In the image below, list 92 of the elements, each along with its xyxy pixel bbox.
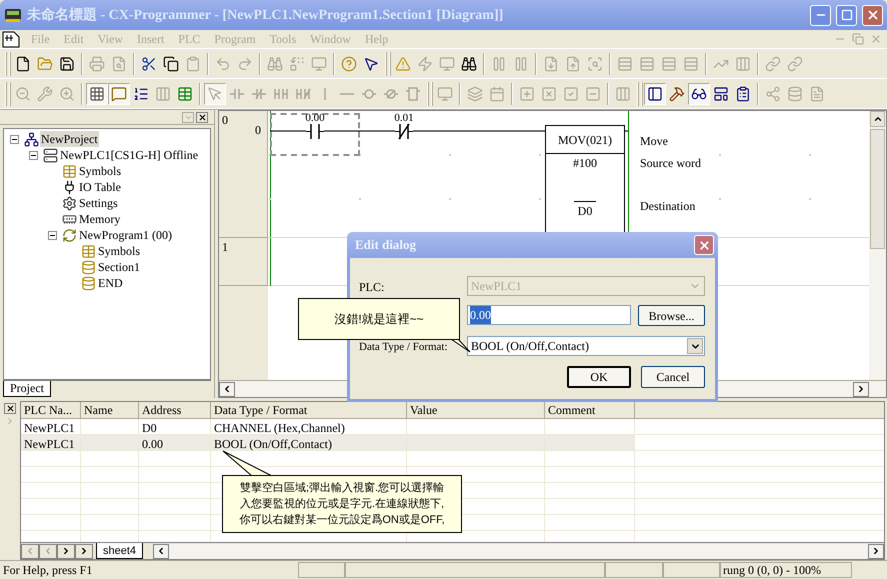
plc-icon (4, 7, 22, 23)
table-cell: D0 (142, 421, 157, 435)
help-icon[interactable] (341, 56, 357, 72)
table-cell: NewPLC1 (24, 437, 75, 451)
layout-icon[interactable] (713, 86, 729, 102)
hammer-icon[interactable] (669, 86, 685, 102)
close-button[interactable] (4, 403, 16, 414)
table-cell: NewPLC1 (24, 421, 75, 435)
field-label: Data Type / Format: (359, 340, 448, 355)
pointer-icon[interactable] (363, 56, 379, 72)
table-cell: 0.00 (142, 437, 163, 451)
tree-item[interactable]: NewPLC1[CS1G-H] Offline (59, 147, 200, 163)
table-icon[interactable] (177, 86, 193, 102)
gear-icon (62, 196, 76, 210)
binoculars-icon[interactable] (461, 56, 477, 72)
maximize-icon (840, 9, 852, 21)
contact-address: 0.00 (304, 112, 326, 124)
operand-comment: Destination (640, 198, 696, 215)
instruction-comment: Move (640, 133, 668, 150)
cylinder-icon (80, 276, 96, 290)
tree-item[interactable]: NewProgram1 (00) (78, 227, 173, 243)
scroll-right-icon[interactable] (856, 384, 866, 394)
close-icon (698, 238, 710, 252)
close-icon (198, 112, 206, 122)
cylinder-icon (80, 260, 96, 274)
data-type-dropdown[interactable]: BOOL (On/Off,Contact) (467, 336, 705, 356)
window-title: 未命名標題 - CX-Programmer - [NewPLC1.NewProgram1.Section1 [Diagram]] (27, 6, 504, 24)
rung-number: 0 (222, 112, 228, 129)
status-position: rung 0 (0, 0) - 100% (722, 562, 821, 579)
rung-number: 1 (222, 239, 228, 256)
sheet-nav-button[interactable] (75, 544, 93, 558)
column-header[interactable]: Address (139, 402, 211, 419)
operand: #100 (572, 156, 598, 172)
server-icon (42, 148, 58, 162)
table-cell: CHANNEL (Hex,Channel) (214, 421, 345, 435)
mdi-restore-icon[interactable] (852, 33, 864, 45)
tree-item[interactable]: NewProject (40, 131, 99, 147)
panel-tab[interactable]: Project (3, 381, 51, 397)
scissors-icon[interactable] (141, 56, 157, 72)
address-field[interactable]: 0.00 (467, 305, 631, 325)
scroll-up-icon[interactable] (872, 114, 882, 124)
sheet-nav-button[interactable] (57, 544, 75, 558)
close-icon (6, 404, 14, 413)
maximize-button[interactable] (836, 4, 857, 26)
table-icon (62, 164, 76, 178)
dialog-button[interactable]: Cancel (641, 366, 705, 388)
scroll-left-icon[interactable] (222, 384, 232, 394)
list-icon[interactable] (133, 86, 149, 102)
column-header[interactable]: PLC Na... (21, 402, 81, 419)
column-header[interactable]: Name (81, 402, 139, 419)
close-icon (866, 8, 880, 22)
tree-item[interactable]: Symbols (78, 163, 122, 179)
horizontal-scrollbar[interactable] (153, 544, 884, 558)
tree-item[interactable]: Symbols (97, 243, 142, 259)
vertical-scrollbar[interactable] (869, 111, 886, 380)
dialog-button[interactable]: OK (567, 366, 631, 388)
cycle-icon (62, 228, 76, 242)
column-header[interactable]: Data Type / Format (211, 402, 407, 419)
tree-item[interactable]: Section1 (97, 259, 141, 275)
tree-item[interactable]: IO Table (78, 179, 122, 195)
network-icon (24, 132, 38, 146)
scroll-right-icon[interactable] (871, 546, 881, 556)
status-text: For Help, press F1 (2, 562, 94, 579)
operand-comment: Source word (640, 155, 701, 172)
column-header[interactable]: Value (407, 402, 545, 419)
tree-item[interactable]: Memory (78, 211, 122, 227)
expand-toggle[interactable] (10, 134, 18, 144)
table-row[interactable]: NewPLC1 0.00 BOOL (On/Off,Contact) (21, 435, 884, 451)
callout-text: 雙擊空白區域;彈出輸入視窗.您可以選擇輸 入您要監視的位元或是字元.在連線狀態下, 你可以右鍵對某一位元設定爲ON或是OFF, (239, 480, 445, 528)
contact-address: 0.01 (393, 112, 415, 124)
dialog-title: Edit dialog (355, 236, 418, 254)
close-button[interactable] (196, 112, 208, 122)
callout-text: 沒錯!就是這裡~~ (334, 311, 424, 328)
tree-item[interactable]: END (97, 275, 124, 291)
step-number: 0 (255, 122, 261, 139)
copy-icon[interactable] (163, 56, 179, 72)
table-cell: BOOL (On/Off,Contact) (214, 437, 332, 451)
mdi-close-icon[interactable] (870, 33, 882, 45)
sheet-tab[interactable]: sheet4 (96, 543, 144, 559)
folder-icon[interactable] (37, 56, 53, 72)
file-icon[interactable] (15, 56, 31, 72)
warning-icon[interactable] (395, 56, 411, 72)
expand-toggle[interactable] (48, 230, 56, 240)
tree-item[interactable]: Settings (78, 195, 119, 211)
table-icon (80, 244, 96, 258)
field-label: PLC: (359, 279, 384, 296)
clipboard-list-icon[interactable] (735, 86, 751, 102)
column-header[interactable]: Comment (545, 402, 635, 419)
browse-button[interactable]: Browse... (638, 305, 705, 326)
minimize-button[interactable] (810, 4, 831, 26)
instruction-mnemonic: MOV(021) (558, 132, 612, 149)
expand-toggle[interactable] (28, 150, 38, 160)
